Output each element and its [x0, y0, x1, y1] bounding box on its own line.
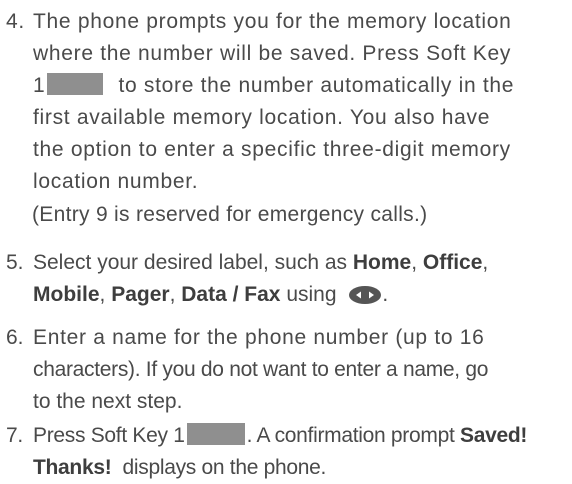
- step-7: 7. Press Soft Key 1. A confirmation prom…: [6, 420, 566, 484]
- step-line: to the next step.: [33, 390, 183, 413]
- separator: ,: [169, 283, 176, 306]
- step-line: first available memory location. You als…: [33, 106, 491, 129]
- label-option: Home: [352, 251, 412, 274]
- separator: ,: [99, 283, 106, 306]
- confirmation-text: Thanks!: [33, 456, 112, 479]
- step-line: location number.: [33, 170, 199, 193]
- step-text: Press Soft Key 1: [33, 424, 185, 447]
- emergency-note: (Entry 9 is reserved for emergency calls…: [32, 203, 428, 226]
- step-4: 4. The phone prompts you for the memory …: [6, 6, 566, 198]
- soft-key-button-image: [47, 73, 104, 95]
- separator: ,: [411, 251, 418, 274]
- step-number: 5.: [6, 251, 24, 274]
- soft-key-button-image: [186, 423, 245, 445]
- step-line: to store the number automatically in the: [118, 74, 515, 97]
- step-text: . A confirmation prompt: [246, 424, 455, 447]
- step-line: The phone prompts you for the memory loc…: [33, 10, 512, 33]
- step-text: Select your desired label, such as: [33, 251, 348, 274]
- step-body: Enter a name for the phone number (up to…: [6, 322, 566, 418]
- step-line: Enter a name for the phone number (up to…: [33, 326, 485, 349]
- step-body: Press Soft Key 1. A confirmation prompt …: [6, 420, 566, 484]
- step-6: 6. Enter a name for the phone number (up…: [6, 322, 566, 418]
- label-option: Mobile: [33, 283, 100, 306]
- navigation-key-icon: [348, 283, 382, 315]
- step-body: The phone prompts you for the memory loc…: [6, 6, 566, 198]
- step-line: characters). If you do not want to enter…: [33, 358, 489, 381]
- label-option: Office: [422, 251, 483, 274]
- step-line: the option to enter a specific three-dig…: [33, 138, 511, 161]
- manual-page: 4. The phone prompts you for the memory …: [0, 0, 572, 482]
- label-option: Pager: [111, 283, 170, 306]
- confirmation-text: Saved!: [460, 424, 528, 447]
- step-5: 5. Select your desired label, such as Ho…: [6, 247, 566, 315]
- step-text: displays on the phone.: [122, 456, 327, 479]
- step-body: Select your desired label, such as Home,…: [6, 247, 566, 315]
- soft-key-number: 1: [33, 74, 46, 97]
- label-option: Data / Fax: [181, 283, 281, 306]
- step-number: 7.: [6, 424, 23, 447]
- step-number: 4.: [6, 10, 25, 33]
- step-text: using: [286, 283, 337, 306]
- period: .: [382, 283, 389, 306]
- step-number: 6.: [6, 326, 24, 349]
- step-line: where the number will be saved. Press So…: [33, 42, 512, 65]
- separator: ,: [482, 251, 489, 274]
